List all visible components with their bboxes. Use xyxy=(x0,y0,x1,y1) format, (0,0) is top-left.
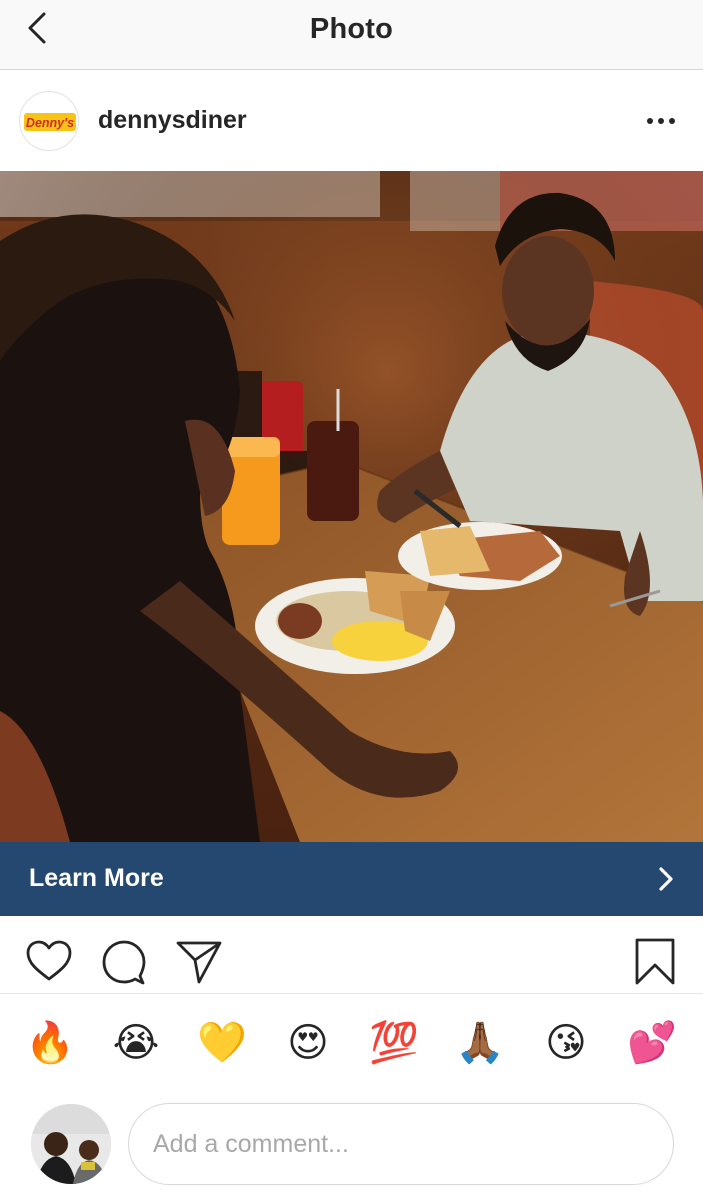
post-username[interactable]: dennysdiner xyxy=(98,106,247,135)
current-user-avatar xyxy=(31,1104,111,1184)
emoji-hundred[interactable]: 💯 xyxy=(368,1017,420,1069)
post-image xyxy=(0,171,703,842)
post-actions xyxy=(0,916,703,994)
heart-icon xyxy=(26,940,72,981)
comment-button[interactable] xyxy=(100,938,148,986)
learn-more-button[interactable]: Learn More xyxy=(0,842,703,916)
share-icon xyxy=(176,941,222,984)
emoji-heart-eyes[interactable]: 😍 xyxy=(282,1017,334,1069)
dennys-logo: Denny's xyxy=(24,113,76,131)
user-photo xyxy=(31,1104,111,1184)
page-title: Photo xyxy=(309,13,394,45)
nav-bar: Photo xyxy=(0,0,703,70)
emoji-crying[interactable]: 😭 xyxy=(110,1017,162,1069)
like-button[interactable] xyxy=(25,938,73,986)
svg-text:Denny's: Denny's xyxy=(26,116,74,130)
post-photo[interactable] xyxy=(0,171,703,842)
comment-input[interactable] xyxy=(128,1103,674,1185)
emoji-quick-reactions: 🔥 😭 💛 😍 💯 🙏🏾 😘 💕 xyxy=(0,995,703,1095)
emoji-fire[interactable]: 🔥 xyxy=(24,1017,76,1069)
save-button[interactable] xyxy=(632,938,680,986)
chevron-right-icon xyxy=(659,867,673,891)
comment-bar xyxy=(0,1096,703,1200)
emoji-kiss[interactable]: 😘 xyxy=(540,1017,592,1069)
share-button[interactable] xyxy=(175,938,223,986)
learn-more-label: Learn More xyxy=(29,864,164,892)
account-avatar[interactable]: Denny's xyxy=(19,91,79,151)
comment-icon xyxy=(102,940,146,985)
bookmark-icon xyxy=(635,938,675,985)
emoji-yellow-heart[interactable]: 💛 xyxy=(196,1017,248,1069)
more-horizontal-icon xyxy=(647,118,675,124)
post-header: Denny's dennysdiner xyxy=(0,71,703,171)
emoji-praying-hands[interactable]: 🙏🏾 xyxy=(454,1017,506,1069)
emoji-two-hearts[interactable]: 💕 xyxy=(626,1017,678,1069)
more-options-button[interactable] xyxy=(643,107,679,131)
